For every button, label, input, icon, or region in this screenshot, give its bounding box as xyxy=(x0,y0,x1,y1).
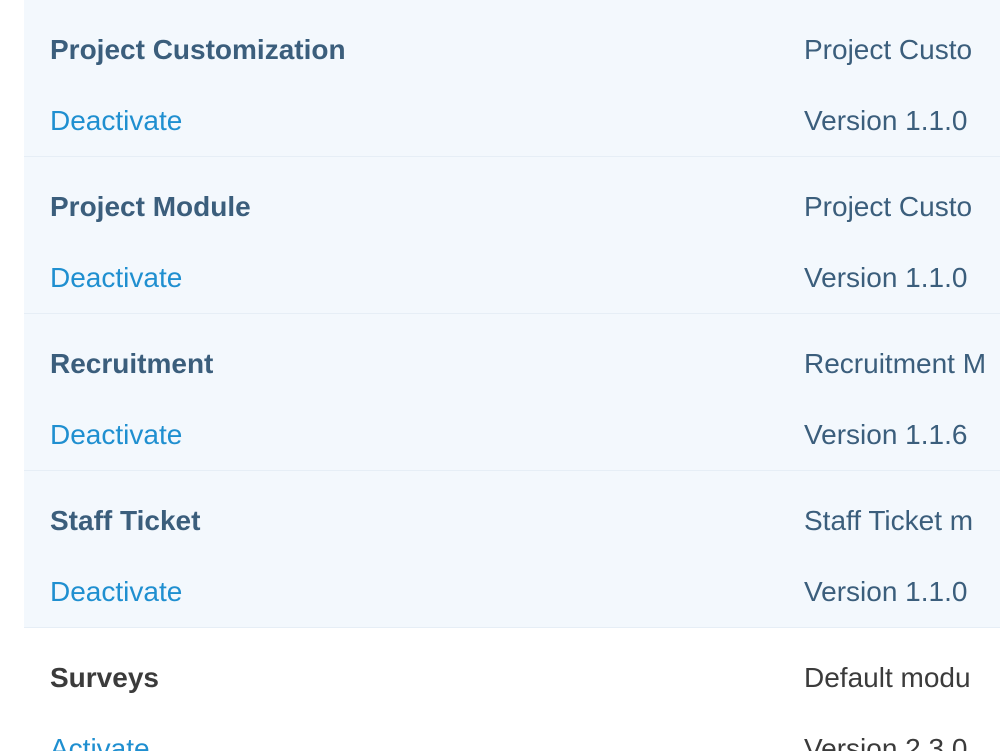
activate-link[interactable]: Activate xyxy=(50,732,150,751)
module-row-recruitment: Recruitment Deactivate Recruitment M Ver… xyxy=(24,314,1000,471)
module-name: Recruitment xyxy=(50,348,214,379)
deactivate-link[interactable]: Deactivate xyxy=(50,418,182,452)
module-name: Surveys xyxy=(50,662,159,693)
module-version: Version 1.1.6 xyxy=(804,419,968,450)
module-description: Staff Ticket m xyxy=(804,505,974,536)
module-version: Version 2.3.0 xyxy=(804,733,968,751)
modules-page: Project Customization Deactivate Project… xyxy=(0,0,1000,751)
deactivate-link[interactable]: Deactivate xyxy=(50,261,182,295)
module-version: Version 1.1.0 xyxy=(804,576,968,607)
module-version: Version 1.1.0 xyxy=(804,262,968,293)
deactivate-link[interactable]: Deactivate xyxy=(50,104,182,138)
module-description: Project Custo xyxy=(804,34,973,65)
module-description: Recruitment M xyxy=(804,348,987,379)
module-name: Project Module xyxy=(50,191,251,222)
module-version: Version 1.1.0 xyxy=(804,105,968,136)
module-row-staff-ticket: Staff Ticket Deactivate Staff Ticket m V… xyxy=(24,471,1000,628)
deactivate-link[interactable]: Deactivate xyxy=(50,575,182,609)
module-row-project-module: Project Module Deactivate Project Custo … xyxy=(24,157,1000,314)
module-description: Default modu xyxy=(804,662,971,693)
module-description: Project Custo xyxy=(804,191,973,222)
module-row-project-customization: Project Customization Deactivate Project… xyxy=(24,0,1000,157)
modules-list: Project Customization Deactivate Project… xyxy=(24,0,1000,751)
module-name: Staff Ticket xyxy=(50,505,201,536)
module-name: Project Customization xyxy=(50,34,346,65)
module-row-surveys: Surveys Activate Default modu Version 2.… xyxy=(24,628,1000,751)
